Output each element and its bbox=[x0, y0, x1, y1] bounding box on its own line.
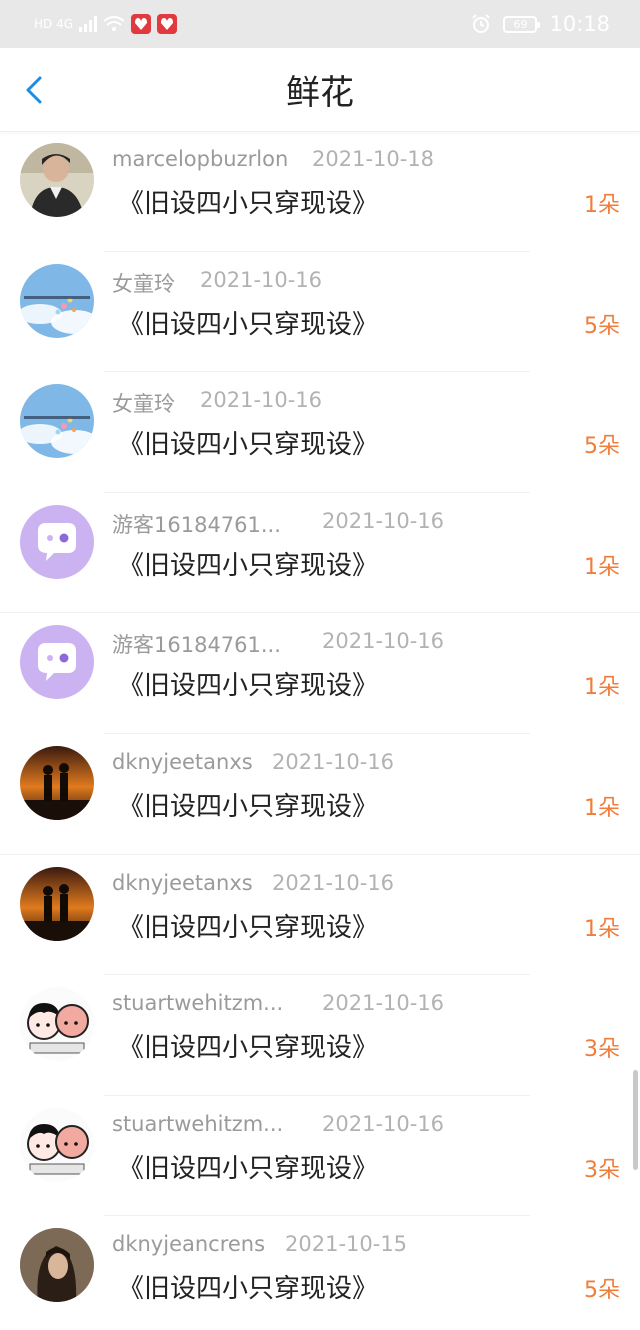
back-arrow-icon[interactable] bbox=[20, 74, 52, 106]
user-name: 游客16184761... bbox=[112, 512, 281, 537]
date: 2021-10-15 bbox=[285, 1232, 408, 1257]
list-item[interactable]: dknyjeetanxs 2021-10-16 《旧设四小只穿现设》 1朵 bbox=[0, 855, 640, 976]
user-name: marcelopbuzrlon bbox=[112, 147, 289, 171]
list-item[interactable]: 女童玲 2021-10-16 《旧设四小只穿现设》 5朵 bbox=[0, 372, 640, 493]
avatar[interactable] bbox=[20, 263, 94, 338]
book-title[interactable]: 《旧设四小只穿现设》 bbox=[118, 304, 378, 341]
book-title[interactable]: 《旧设四小只穿现设》 bbox=[118, 1268, 378, 1305]
list-item[interactable]: 女童玲 2021-10-16 《旧设四小只穿现设》 5朵 bbox=[0, 252, 640, 373]
app-notification-icon bbox=[131, 14, 152, 34]
date: 2021-10-18 bbox=[312, 147, 435, 171]
header: 鲜花 bbox=[0, 48, 640, 132]
list-item[interactable]: stuartwehitzm... 2021-10-16 《旧设四小只穿现设》 3… bbox=[0, 975, 640, 1096]
avatar[interactable] bbox=[20, 1228, 94, 1303]
flower-count: 1朵 bbox=[584, 916, 620, 942]
avatar[interactable] bbox=[20, 625, 94, 700]
date: 2021-10-16 bbox=[272, 749, 395, 774]
user-name: dknyjeancrens bbox=[112, 1232, 266, 1257]
flower-count: 1朵 bbox=[584, 554, 620, 580]
scrollbar[interactable] bbox=[633, 1070, 638, 1170]
book-title[interactable]: 《旧设四小只穿现设》 bbox=[118, 1027, 378, 1064]
flower-list: marcelopbuzrlon 2021-10-18 《旧设四小只穿现设》 1朵… bbox=[0, 131, 640, 1330]
date: 2021-10-16 bbox=[200, 267, 323, 292]
user-name: 女童玲 bbox=[112, 271, 175, 296]
flower-count: 5朵 bbox=[584, 313, 620, 339]
flower-count: 5朵 bbox=[584, 1278, 620, 1304]
flower-count: 1朵 bbox=[584, 193, 620, 218]
avatar[interactable] bbox=[20, 384, 94, 459]
date: 2021-10-16 bbox=[322, 629, 445, 654]
flower-count: 5朵 bbox=[584, 434, 620, 460]
flower-count: 3朵 bbox=[584, 1037, 620, 1063]
list-item[interactable]: dknyjeancrens 2021-10-15 《旧设四小只穿现设》 5朵 bbox=[0, 1216, 640, 1330]
avatar[interactable] bbox=[20, 1107, 94, 1182]
user-name: dknyjeetanxs bbox=[112, 870, 253, 895]
clock: 10:18 bbox=[549, 12, 610, 36]
battery-level: 69 bbox=[513, 17, 528, 31]
flower-count: 1朵 bbox=[584, 675, 620, 701]
flower-count: 1朵 bbox=[584, 795, 620, 821]
book-title[interactable]: 《旧设四小只穿现设》 bbox=[118, 665, 378, 702]
book-title[interactable]: 《旧设四小只穿现设》 bbox=[118, 183, 378, 220]
battery-icon: 69 bbox=[503, 15, 541, 33]
book-title[interactable]: 《旧设四小只穿现设》 bbox=[118, 1148, 378, 1185]
user-name: dknyjeetanxs bbox=[112, 749, 253, 774]
user-name: 女童玲 bbox=[112, 392, 175, 417]
list-item[interactable]: 游客16184761... 2021-10-16 《旧设四小只穿现设》 1朵 bbox=[0, 493, 640, 614]
avatar[interactable] bbox=[20, 745, 94, 820]
signal-icon bbox=[79, 16, 98, 32]
wifi-icon bbox=[103, 16, 125, 31]
avatar[interactable] bbox=[20, 143, 94, 217]
user-name: stuartwehitzm... bbox=[112, 1111, 284, 1136]
date: 2021-10-16 bbox=[322, 1111, 445, 1136]
list-item[interactable]: stuartwehitzm... 2021-10-16 《旧设四小只穿现设》 3… bbox=[0, 1096, 640, 1217]
signal-text: HD 4G bbox=[34, 17, 74, 31]
flower-count: 3朵 bbox=[584, 1157, 620, 1183]
book-title[interactable]: 《旧设四小只穿现设》 bbox=[118, 907, 378, 944]
user-name: 游客16184761... bbox=[112, 633, 281, 658]
status-bar: HD 4G 69 10:18 bbox=[0, 0, 640, 48]
user-name: stuartwehitzm... bbox=[112, 991, 284, 1016]
date: 2021-10-16 bbox=[322, 508, 445, 533]
avatar[interactable] bbox=[20, 504, 94, 579]
status-left: HD 4G bbox=[34, 14, 178, 34]
list-item[interactable]: marcelopbuzrlon 2021-10-18 《旧设四小只穿现设》 1朵 bbox=[0, 131, 640, 252]
avatar[interactable] bbox=[20, 987, 94, 1062]
book-title[interactable]: 《旧设四小只穿现设》 bbox=[118, 786, 378, 823]
avatar[interactable] bbox=[20, 866, 94, 941]
date: 2021-10-16 bbox=[272, 870, 395, 895]
date: 2021-10-16 bbox=[322, 991, 445, 1016]
list-item[interactable]: dknyjeetanxs 2021-10-16 《旧设四小只穿现设》 1朵 bbox=[0, 734, 640, 855]
book-title[interactable]: 《旧设四小只穿现设》 bbox=[118, 424, 378, 461]
date: 2021-10-16 bbox=[200, 388, 323, 413]
app-notification-icon bbox=[157, 14, 178, 34]
status-right: 69 10:18 bbox=[471, 12, 610, 36]
list-item[interactable]: 游客16184761... 2021-10-16 《旧设四小只穿现设》 1朵 bbox=[0, 613, 640, 734]
alarm-icon bbox=[472, 14, 491, 33]
page-title: 鲜花 bbox=[286, 73, 354, 113]
book-title[interactable]: 《旧设四小只穿现设》 bbox=[118, 545, 378, 582]
